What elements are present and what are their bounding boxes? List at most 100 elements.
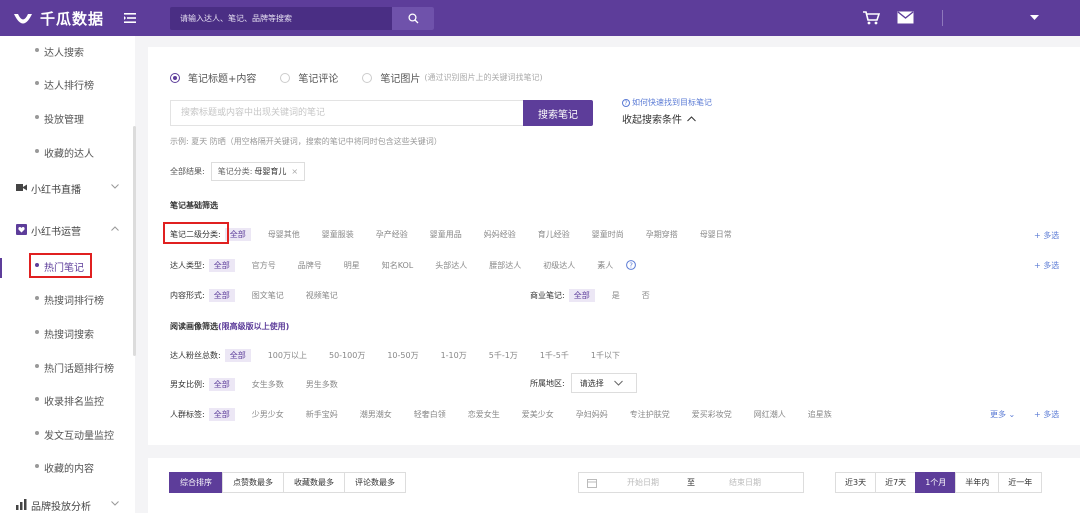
filter-option[interactable]: 是 (607, 289, 625, 302)
global-search-input[interactable] (170, 7, 392, 30)
topbar-divider (942, 10, 943, 26)
close-icon[interactable]: × (291, 167, 298, 176)
filter-option[interactable]: 新手宝妈 (301, 408, 343, 421)
filter-option[interactable]: 全部 (208, 377, 235, 391)
date-end[interactable]: 结束日期 (729, 477, 761, 488)
multi-select-link[interactable]: + 多选 (1034, 230, 1059, 241)
filter-option[interactable]: 少男少女 (247, 408, 289, 421)
sidebar-scrollbar[interactable] (133, 126, 136, 356)
app-logo[interactable]: 千瓜数据 (12, 7, 104, 29)
range-btn-1[interactable]: 近7天 (875, 472, 917, 493)
sidebar-group-live[interactable]: 小红书直播 (0, 173, 133, 203)
filter-option[interactable]: 1千以下 (586, 349, 625, 362)
filter-option[interactable]: 1-10万 (436, 349, 472, 362)
filter-option[interactable]: 婴童服装 (317, 228, 359, 241)
filter-option[interactable]: 5千-1万 (484, 349, 523, 362)
filter-option[interactable]: 女生多数 (247, 378, 289, 391)
filter-option[interactable]: 孕期穿搭 (641, 228, 683, 241)
caret-down-icon[interactable] (1030, 15, 1039, 21)
date-start[interactable]: 开始日期 (627, 477, 669, 488)
filter-option[interactable]: 孕产经验 (371, 228, 413, 241)
range-group: 近3天 近7天 1个月 半年内 近一年 (835, 472, 1043, 493)
filter-option[interactable]: 网红潮人 (749, 408, 791, 421)
expand-more-link[interactable]: 更多 ⌄ (990, 409, 1015, 420)
filter-row-creator-type: 达人类型: 全部 官方号 品牌号 明星 知名KOL 头部达人 腰部达人 初级达人 素人 ? (170, 257, 637, 273)
sidebar-item-creator-ranking[interactable]: 达人排行榜 (0, 69, 133, 99)
sidebar-item-hot-topic-ranking[interactable]: 热门话题排行榜 (0, 352, 133, 382)
range-btn-3[interactable]: 半年内 (955, 472, 1000, 493)
filter-option[interactable]: 否 (637, 289, 655, 302)
mail-icon[interactable] (897, 11, 914, 24)
sidebar-item-favorite-creators[interactable]: 收藏的达人 (0, 137, 133, 167)
filter-option[interactable]: 轻奢白领 (409, 408, 451, 421)
filter-option[interactable]: 明星 (339, 259, 365, 272)
filter-option[interactable]: 全部 (208, 288, 235, 302)
sidebar-item-index-rank-monitor[interactable]: 收录排名监控 (0, 385, 133, 415)
sidebar-item-placement[interactable]: 投放管理 (0, 103, 133, 133)
filter-option[interactable]: 育儿经验 (533, 228, 575, 241)
filter-option[interactable]: 素人 (592, 259, 618, 272)
filter-option[interactable]: 婴童时尚 (587, 228, 629, 241)
filter-option[interactable]: 初级达人 (538, 259, 580, 272)
filter-option[interactable]: 视频笔记 (301, 289, 343, 302)
sort-btn-2[interactable]: 收藏数最多 (283, 472, 345, 493)
filter-option[interactable]: 全部 (208, 258, 235, 272)
range-btn-4[interactable]: 近一年 (998, 472, 1043, 493)
sidebar-item-creator-search[interactable]: 达人搜索 (0, 36, 133, 66)
multi-select-link[interactable]: + 多选 (1034, 409, 1059, 420)
collapse-search-link[interactable]: 收起搜索条件 (622, 111, 696, 126)
sidebar-item-favorite-content[interactable]: 收藏的内容 (0, 452, 133, 482)
filter-option[interactable]: 全部 (568, 288, 595, 302)
sidebar-group-ops[interactable]: 小红书运营 (0, 215, 133, 245)
range-btn-0[interactable]: 近3天 (835, 472, 877, 493)
filter-option[interactable]: 10-50万 (382, 349, 423, 362)
filter-option[interactable]: 恋爱女生 (463, 408, 505, 421)
filter-option[interactable]: 妈妈经验 (479, 228, 521, 241)
filter-option[interactable]: 50-100万 (324, 349, 370, 362)
global-search-button[interactable] (392, 7, 434, 30)
filter-option[interactable]: 婴童用品 (425, 228, 467, 241)
filter-option[interactable]: 爱美少女 (517, 408, 559, 421)
filter-option[interactable]: 潮男潮女 (355, 408, 397, 421)
range-btn-2[interactable]: 1个月 (915, 472, 957, 493)
radio-images[interactable]: 笔记图片 (通过识别图片上的关键词找笔记) (362, 70, 543, 85)
sidebar-group-label: 小红书运营 (31, 226, 81, 238)
radio-title-content[interactable]: 笔记标题+内容 (170, 70, 256, 85)
sidebar-item-engagement-monitor[interactable]: 发文互动量监控 (0, 419, 133, 449)
help-link[interactable]: ? 如何快速找到目标笔记 (622, 97, 712, 108)
filter-option[interactable]: 腰部达人 (484, 259, 526, 272)
filter-option[interactable]: 100万以上 (263, 349, 312, 362)
filter-option[interactable]: 官方号 (247, 259, 281, 272)
filter-option[interactable]: 专注护肤党 (625, 408, 675, 421)
sidebar-item-hot-keyword-ranking[interactable]: 热搜词排行榜 (0, 284, 133, 314)
result-tag[interactable]: 笔记分类: 母婴育儿 × (210, 162, 306, 181)
note-search-input[interactable] (170, 100, 523, 126)
filter-option[interactable]: 全部 (208, 407, 235, 421)
sidebar-item-hot-keyword-search[interactable]: 热搜词搜索 (0, 318, 133, 348)
region-select[interactable]: 请选择 (570, 373, 637, 393)
sort-btn-0[interactable]: 综合排序 (169, 472, 223, 493)
filter-option[interactable]: 全部 (224, 348, 251, 362)
cart-icon[interactable] (862, 10, 880, 26)
question-circle-icon[interactable]: ? (626, 260, 637, 270)
sidebar-group-brand[interactable]: 品牌投放分析 (0, 490, 133, 513)
sort-btn-1[interactable]: 点赞数最多 (222, 472, 284, 493)
filter-option[interactable]: 男生多数 (301, 378, 343, 391)
filter-option[interactable]: 爱买彩妆党 (687, 408, 737, 421)
filter-option[interactable]: 孕妇妈妈 (571, 408, 613, 421)
date-range-picker[interactable]: 开始日期 至 结束日期 (578, 472, 804, 493)
search-notes-button[interactable]: 搜索笔记 (523, 100, 593, 126)
filter-option[interactable]: 追星族 (803, 408, 837, 421)
filter-option[interactable]: 知名KOL (377, 259, 419, 272)
filter-option[interactable]: 母婴其他 (263, 228, 305, 241)
filter-option[interactable]: 母婴日常 (695, 228, 737, 241)
filter-option[interactable]: 图文笔记 (247, 289, 289, 302)
radio-comments[interactable]: 笔记评论 (280, 70, 338, 85)
filter-option[interactable]: 1千-5千 (535, 349, 574, 362)
filter-option[interactable]: 头部达人 (430, 259, 472, 272)
multi-select-link[interactable]: + 多选 (1034, 260, 1059, 271)
filter-option[interactable]: 品牌号 (293, 259, 327, 272)
creator-type-options: 全部 官方号 品牌号 明星 知名KOL 头部达人 腰部达人 初级达人 素人 (208, 258, 631, 272)
sort-btn-3[interactable]: 评论数最多 (344, 472, 406, 493)
menu-toggle-icon[interactable] (122, 10, 138, 26)
